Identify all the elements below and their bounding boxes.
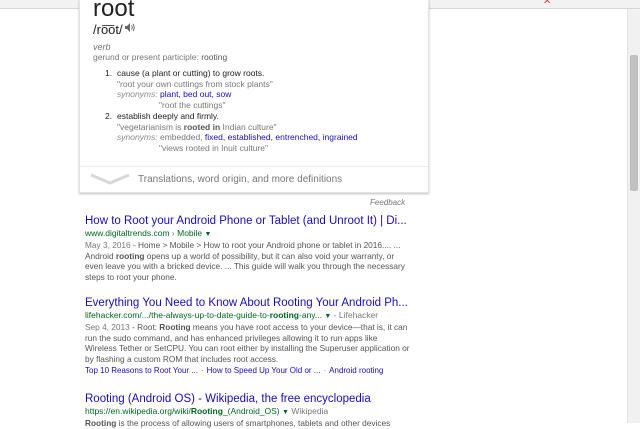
definition-number: 2. [105,111,113,121]
caret-down-icon[interactable]: ▼ [324,313,331,320]
search-result: How to Root your Android Phone or Tablet… [85,214,615,282]
card-divider [80,166,428,167]
dictionary-card: root /ro͞ot/ verb gerund or present part… [79,0,429,193]
definition-example: "vegetarianism is rooted in Indian cultu… [117,121,277,132]
definition-text: establish deeply and firmly. [117,111,219,121]
definition-number: 1. [105,68,113,78]
scrollbar[interactable] [627,9,640,423]
synonym-link[interactable]: sow [216,89,231,99]
result-url: https://en.wikipedia.org/wiki/Rooting_(A… [85,406,329,416]
result-snippet: May 3, 2016 - Home > Mobile > How to roo… [85,240,405,282]
participle-value: rooting [201,52,228,62]
scrollbar-thumb[interactable] [630,55,638,191]
part-of-speech: verb [93,42,111,52]
synonyms-label: synonyms: [117,89,158,99]
caret-down-icon[interactable]: ▼ [282,409,289,416]
synonym-link[interactable]: bed out, [183,89,214,99]
participle-line: gerund or present participle: rooting [93,52,227,62]
dictionary-word: root [93,0,135,22]
pronunciation: /ro͞ot/ [93,22,123,37]
synonym-example: "root the cuttings" [159,99,226,110]
speaker-icon[interactable] [124,22,136,36]
search-result: Everything You Need to Know About Rootin… [85,296,615,376]
definition-example: "root your own cuttings from stock plant… [117,78,273,89]
synonym-link[interactable]: established, [228,132,273,142]
caret-down-icon[interactable]: ▼ [205,231,212,238]
result-title-link[interactable]: Rooting (Android OS) - Wikipedia, the fr… [85,392,615,406]
result-snippet: Sep 4, 2013 - Root: Rooting means you ha… [85,322,410,364]
synonym-plain: embedded, [160,132,203,142]
result-url: www.digitaltrends.com › Mobile ▼ [85,228,212,238]
sitelink[interactable]: Top 10 Reasons to Root Your ... [85,366,198,375]
synonym-link[interactable]: ingrained [323,132,358,142]
definition-text: cause (a plant or cutting) to grow roots… [117,68,265,78]
result-title-link[interactable]: How to Root your Android Phone or Tablet… [85,214,615,228]
result-snippet: Rooting is the process of allowing users… [85,418,391,428]
sitelink[interactable]: Android rooting [329,366,383,375]
synonym-link[interactable]: plant, [160,89,181,99]
close-icon[interactable]: ✕ [543,0,551,7]
chevron-down-icon[interactable] [90,172,130,185]
more-definitions-link[interactable]: Translations, word origin, and more defi… [138,174,342,185]
synonyms-label: synonyms: [117,132,158,142]
feedback-link[interactable]: Feedback [370,198,405,207]
sitelinks: Top 10 Reasons to Root Your ... · How to S… [85,366,384,375]
synonym-link[interactable]: entrenched, [275,132,320,142]
synonym-link[interactable]: fixed, [205,132,225,142]
sitelink[interactable]: How to Speed Up Your Old or ... [207,366,321,375]
participle-label: gerund or present participle: [93,52,199,62]
result-url: lifehacker.com/.../the-always-up-to-date… [85,310,379,320]
synonym-example: "views rooted in Inuit culture" [159,142,269,153]
search-result: Rooting (Android OS) - Wikipedia, the fr… [85,392,615,429]
result-title-link[interactable]: Everything You Need to Know About Rootin… [85,296,615,310]
